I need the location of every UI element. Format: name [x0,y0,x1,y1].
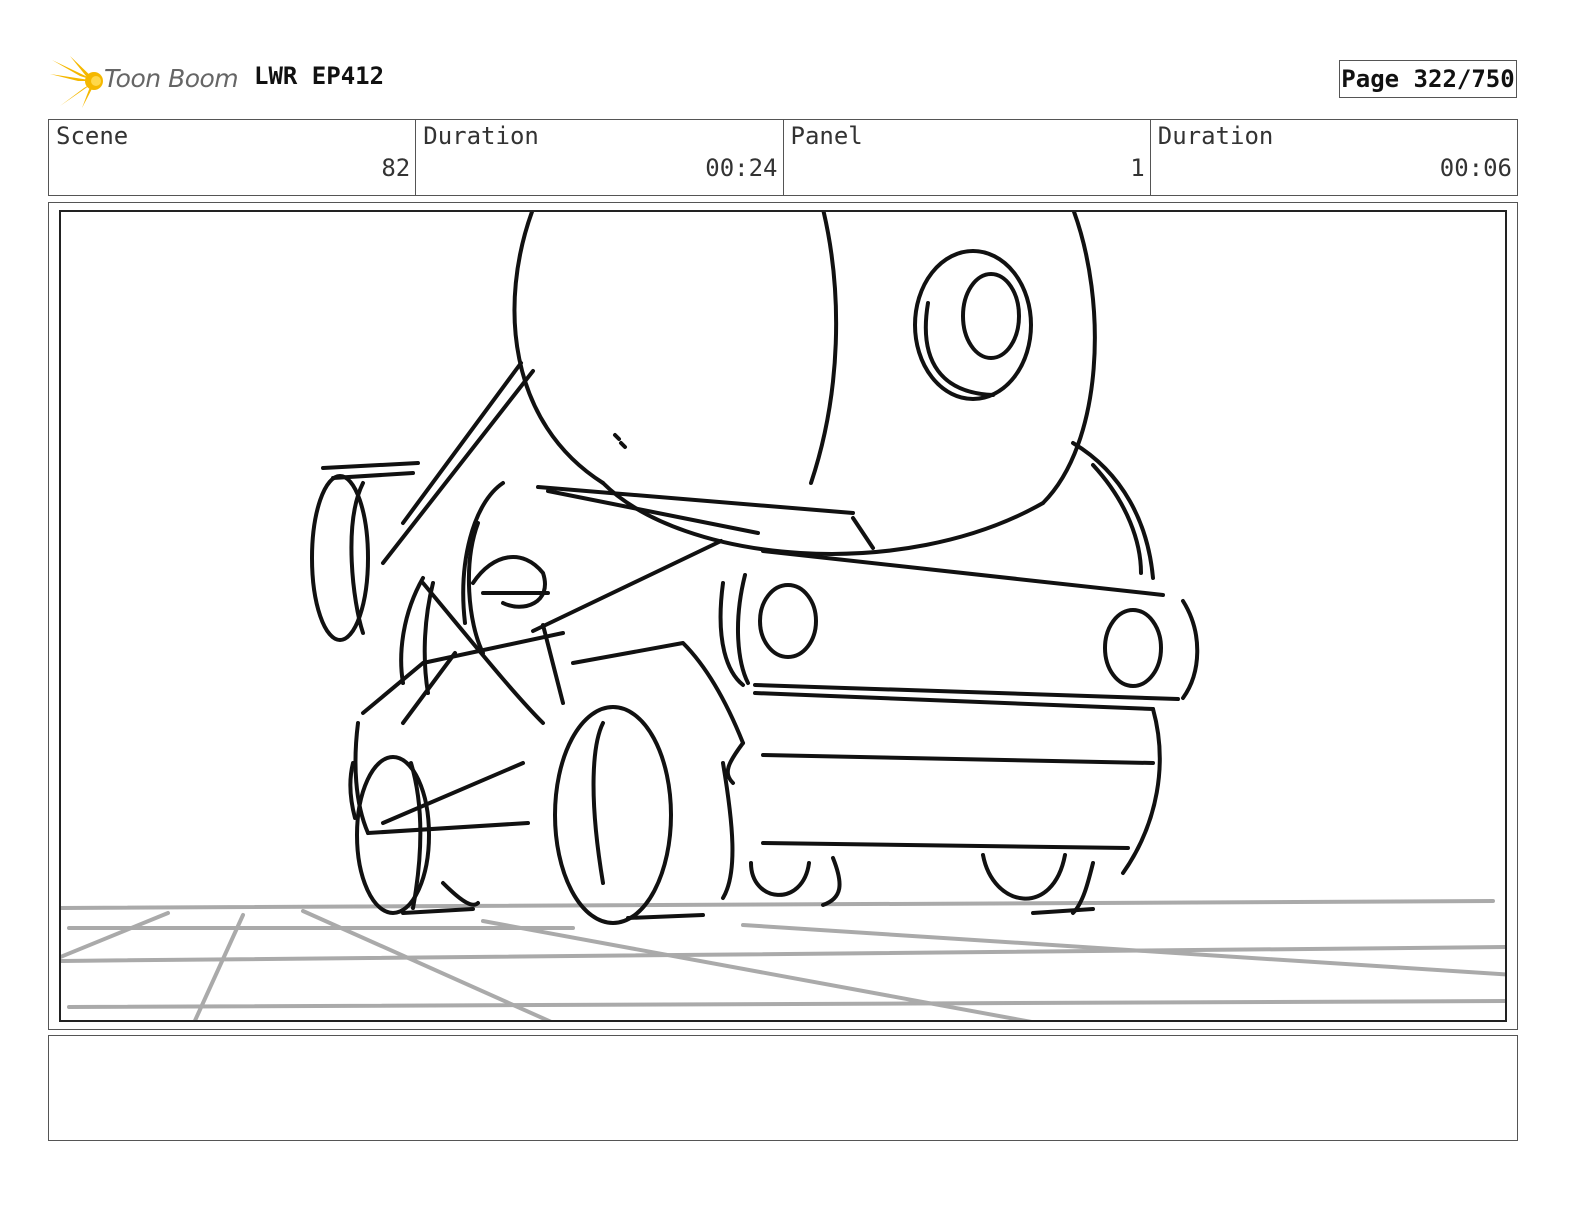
scene-value: 82 [381,154,411,182]
scene-cell: Scene 82 [49,120,417,195]
storyboard-sketch-image [61,212,1505,1020]
toon-boom-logo: Toon Boom [50,54,240,110]
truck-sketch [310,212,1200,925]
scene-duration-cell: Duration 00:24 [416,120,784,195]
panel-duration-value: 00:06 [1439,154,1512,182]
scene-duration-label: Duration [423,122,539,150]
panel-cell: Panel 1 [784,120,1151,195]
scene-duration-value: 00:24 [705,154,778,182]
page-indicator: Page 322/750 [1339,60,1517,98]
panel-duration-cell: Duration 00:06 [1151,120,1517,195]
scene-info-table: Scene 82 Duration 00:24 Panel 1 Duration… [48,119,1518,196]
scene-label: Scene [56,122,129,150]
panel-notes-box [48,1035,1518,1141]
panel-label: Panel [790,122,863,150]
storyboard-panel [59,210,1507,1022]
floor-grid [61,899,1505,1020]
panel-value: 1 [1130,154,1145,182]
panel-duration-label: Duration [1157,122,1274,150]
project-title: LWR EP412 [254,62,385,90]
logo-text: Toon Boom [104,64,239,93]
storyboard-panel-frame [48,202,1518,1030]
logo-burst-icon [50,56,103,108]
